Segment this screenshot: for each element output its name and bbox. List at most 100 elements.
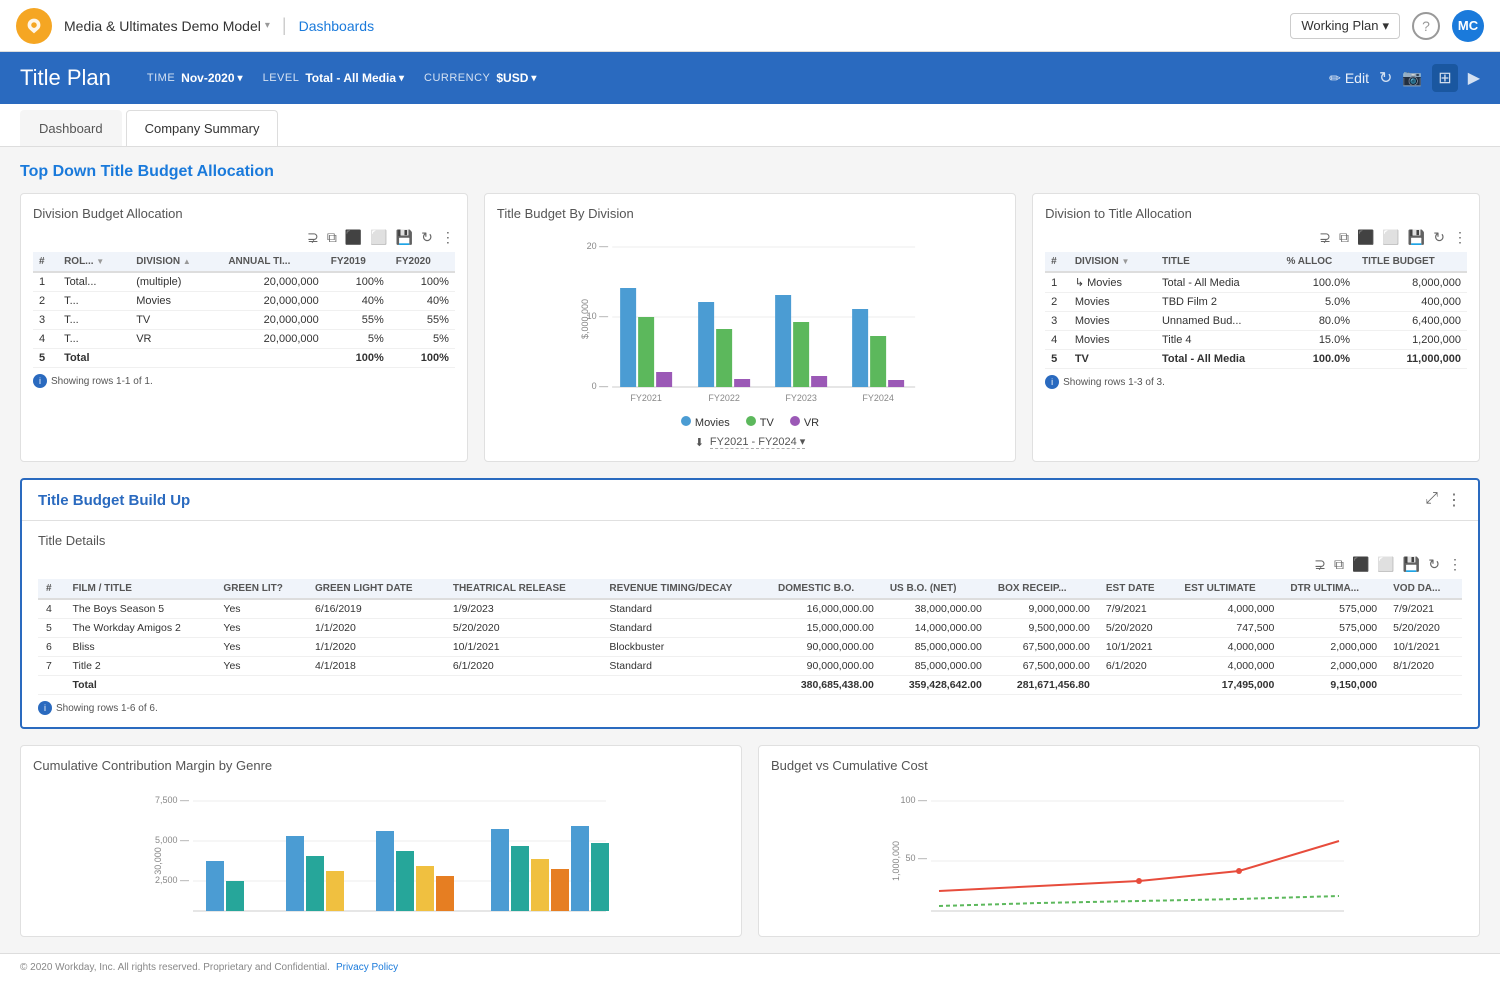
division-budget-showing: i Showing rows 1-1 of 1. bbox=[33, 374, 455, 388]
copy-icon-2[interactable]: ⧉ bbox=[1339, 229, 1349, 246]
top-section-title: Top Down Title Budget Allocation bbox=[20, 163, 1480, 181]
help-button[interactable]: ? bbox=[1412, 12, 1440, 40]
more-icon[interactable]: ⋮ bbox=[441, 229, 455, 246]
app-name[interactable]: Media & Ultimates Demo Model ▾ bbox=[64, 18, 270, 34]
footer: © 2020 Workday, Inc. All rights reserved… bbox=[0, 953, 1500, 981]
export-icon[interactable]: ⬛ bbox=[345, 229, 362, 246]
title-bar: Title Plan TIME Nov-2020 ▾ LEVEL Total -… bbox=[0, 52, 1500, 104]
camera-icon[interactable]: 📷 bbox=[1402, 68, 1422, 88]
cumulative-margin-title: Cumulative Contribution Margin by Genre bbox=[33, 758, 729, 773]
edit-button[interactable]: ✏ Edit bbox=[1329, 70, 1369, 87]
bar-vr-2021 bbox=[656, 372, 672, 387]
col-division[interactable]: DIVISION ▲ bbox=[130, 252, 222, 272]
grid-icon[interactable]: ⊞ bbox=[1432, 64, 1457, 92]
division-title-title: Division to Title Allocation bbox=[1045, 206, 1467, 221]
buildup-table-wrapper: # FILM / TITLE GREEN LIT? GREEN LIGHT DA… bbox=[38, 579, 1462, 695]
table-row: 3T...TV20,000,00055%55% bbox=[33, 311, 455, 330]
cumulative-margin-chart: 7,500 — 5,000 — 2,500 — 30,000 bbox=[33, 781, 729, 921]
table-row: 4MoviesTitle 415.0%1,200,000 bbox=[1045, 331, 1467, 350]
bt-col-num: # bbox=[38, 579, 65, 599]
more-icon-3[interactable]: ⋮ bbox=[1448, 556, 1462, 573]
buildup-actions: ⤢ ⋮ bbox=[1425, 490, 1462, 510]
top-nav-right: Working Plan ▾ ? MC bbox=[1290, 10, 1484, 42]
bt-col-title: FILM / TITLE bbox=[65, 579, 216, 599]
copy-icon-3[interactable]: ⧉ bbox=[1334, 556, 1344, 573]
save-icon[interactable]: 💾 bbox=[396, 229, 413, 246]
dt-col-division[interactable]: DIVISION ▼ bbox=[1069, 252, 1156, 272]
svg-text:5,000 —: 5,000 — bbox=[155, 835, 189, 845]
table-row: 6 Bliss Yes 1/1/2020 10/1/2021 Blockbust… bbox=[38, 638, 1462, 657]
import-icon-2[interactable]: ⬜ bbox=[1382, 229, 1399, 246]
bt-col-revenue: REVENUE TIMING/DECAY bbox=[601, 579, 770, 599]
import-icon-3[interactable]: ⬜ bbox=[1377, 556, 1394, 573]
bar-vr-2024 bbox=[888, 380, 904, 387]
working-plan-button[interactable]: Working Plan ▾ bbox=[1290, 13, 1400, 39]
table-row: 5TVTotal - All Media100.0%11,000,000 bbox=[1045, 350, 1467, 369]
privacy-policy-link[interactable]: Privacy Policy bbox=[336, 962, 398, 973]
col-num: # bbox=[33, 252, 58, 272]
dashboards-link[interactable]: Dashboards bbox=[299, 18, 375, 34]
refresh-icon-2[interactable]: ↻ bbox=[1433, 229, 1445, 246]
bt-col-vod: VOD DA... bbox=[1385, 579, 1462, 599]
import-icon[interactable]: ⬜ bbox=[370, 229, 387, 246]
svg-text:20 —: 20 — bbox=[586, 241, 608, 251]
tab-dashboard[interactable]: Dashboard bbox=[20, 110, 122, 146]
filter-icon[interactable]: ⊋ bbox=[307, 229, 319, 246]
svg-text:100 —: 100 — bbox=[900, 795, 927, 805]
table-row: Total 380,685,438.00 359,428,642.00 281,… bbox=[38, 676, 1462, 695]
bar-movies-2022 bbox=[698, 302, 714, 387]
division-title-showing: i Showing rows 1-3 of 3. bbox=[1045, 375, 1467, 389]
top-cards-row: Division Budget Allocation ⊋ ⧉ ⬛ ⬜ 💾 ↻ ⋮… bbox=[20, 193, 1480, 462]
title-budget-chart-title: Title Budget By Division bbox=[497, 206, 1003, 221]
currency-filter[interactable]: CURRENCY $USD ▾ bbox=[424, 71, 536, 85]
time-filter[interactable]: TIME Nov-2020 ▾ bbox=[147, 71, 243, 85]
chart-filter[interactable]: ⬇ FY2021 - FY2024 ▾ bbox=[497, 435, 1003, 449]
division-title-table: # DIVISION ▼ TITLE % ALLOC TITLE BUDGET … bbox=[1045, 252, 1467, 369]
table-row: 4T...VR20,000,0005%5% bbox=[33, 330, 455, 349]
svg-text:$,000,000: $,000,000 bbox=[580, 299, 590, 339]
top-nav-left: Media & Ultimates Demo Model ▾ | Dashboa… bbox=[16, 8, 374, 44]
export-icon-3[interactable]: ⬛ bbox=[1352, 556, 1369, 573]
title-budget-buildup-section: Title Budget Build Up ⤢ ⋮ Title Details … bbox=[20, 478, 1480, 729]
export-icon-2[interactable]: ⬛ bbox=[1357, 229, 1374, 246]
more-menu-icon[interactable]: ⋮ bbox=[1446, 490, 1462, 510]
filter-icon-2[interactable]: ⊋ bbox=[1319, 229, 1331, 246]
tab-company-summary[interactable]: Company Summary bbox=[126, 110, 279, 146]
refresh-table-icon[interactable]: ↻ bbox=[421, 229, 433, 246]
col-annual: ANNUAL TI... bbox=[222, 252, 324, 272]
level-filter[interactable]: LEVEL Total - All Media ▾ bbox=[263, 71, 404, 85]
bar-movies-2023 bbox=[775, 295, 791, 387]
avatar[interactable]: MC bbox=[1452, 10, 1484, 42]
chart-legend: Movies TV VR bbox=[497, 416, 1003, 429]
expand-icon[interactable]: ⤢ bbox=[1425, 490, 1438, 510]
svg-text:FY2023: FY2023 bbox=[785, 393, 817, 403]
col-fy2020: FY2020 bbox=[390, 252, 455, 272]
bt-col-estult: EST ULTIMATE bbox=[1176, 579, 1282, 599]
video-icon[interactable]: ▶ bbox=[1468, 68, 1480, 88]
svg-text:2,500 —: 2,500 — bbox=[155, 875, 189, 885]
filter-icon-3[interactable]: ⊋ bbox=[1314, 556, 1326, 573]
top-nav: Media & Ultimates Demo Model ▾ | Dashboa… bbox=[0, 0, 1500, 52]
refresh-icon-3[interactable]: ↻ bbox=[1428, 556, 1440, 573]
title-details-label: Title Details bbox=[38, 533, 1462, 548]
svg-text:FY2024: FY2024 bbox=[862, 393, 894, 403]
table-row: 5Total100%100% bbox=[33, 349, 455, 368]
bar-vr-2023 bbox=[811, 376, 827, 387]
table-row: 2T...Movies20,000,00040%40% bbox=[33, 292, 455, 311]
copy-icon[interactable]: ⧉ bbox=[327, 229, 337, 246]
buildup-inner: Title Details ⊋ ⧉ ⬛ ⬜ 💾 ↻ ⋮ # FILM / TIT… bbox=[22, 521, 1478, 727]
more-icon-2[interactable]: ⋮ bbox=[1453, 229, 1467, 246]
bt-col-domestic: DOMESTIC B.O. bbox=[770, 579, 882, 599]
buildup-toolbar: ⊋ ⧉ ⬛ ⬜ 💾 ↻ ⋮ bbox=[38, 556, 1462, 573]
svg-text:0 —: 0 — bbox=[591, 381, 608, 391]
division-budget-toolbar: ⊋ ⧉ ⬛ ⬜ 💾 ↻ ⋮ bbox=[33, 229, 455, 246]
bar-chart-svg: 20 — 10 — 0 — $,000,000 FY2021 F bbox=[497, 229, 1003, 409]
buildup-header: Title Budget Build Up ⤢ ⋮ bbox=[22, 480, 1478, 521]
save-icon-3[interactable]: 💾 bbox=[1403, 556, 1420, 573]
refresh-icon[interactable]: ↻ bbox=[1379, 68, 1392, 88]
save-icon-2[interactable]: 💾 bbox=[1408, 229, 1425, 246]
buildup-showing: i Showing rows 1-6 of 6. bbox=[38, 701, 1462, 715]
tabs-bar: Dashboard Company Summary bbox=[0, 104, 1500, 147]
main-content: Top Down Title Budget Allocation Divisio… bbox=[0, 147, 1500, 953]
col-rol[interactable]: ROL... ▼ bbox=[58, 252, 130, 272]
